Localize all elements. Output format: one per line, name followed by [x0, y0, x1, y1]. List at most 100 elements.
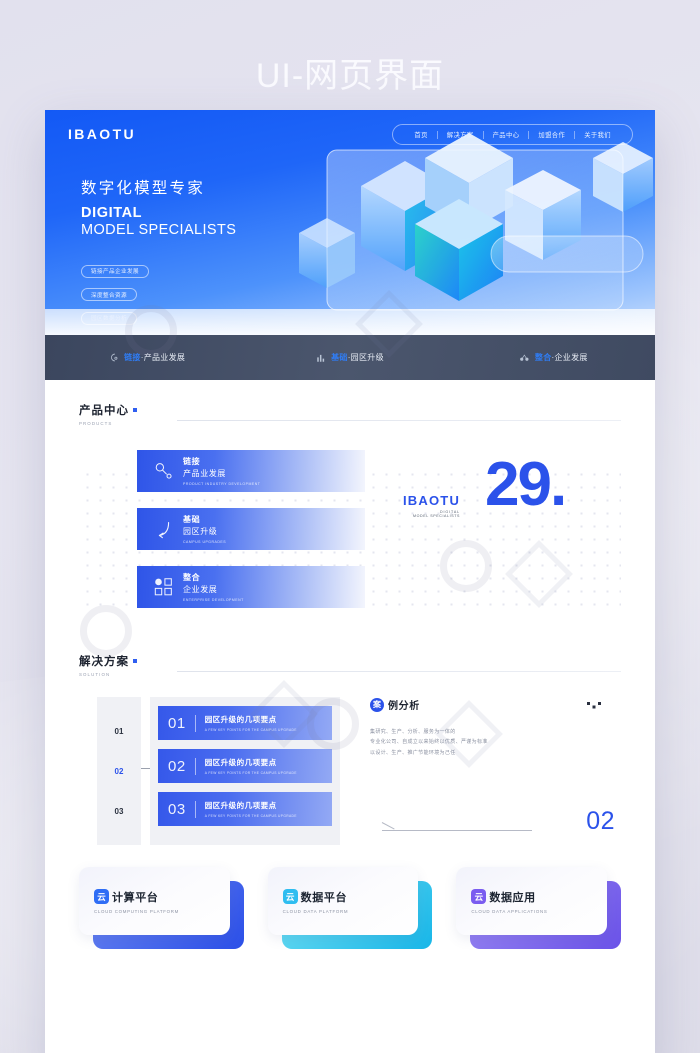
feature-bar-rest: ·园区升级 — [347, 353, 384, 362]
card-subtitle: CLOUD COMPUTING PLATFORM — [94, 908, 180, 914]
product-card-text: 链接 产品业发展 PRODUCT INDUSTRY DEVELOPMENT — [183, 456, 260, 486]
page-title: UI-网页界面 — [255, 57, 445, 95]
dots-decoration-icon — [587, 702, 601, 709]
hero-headline-cn: 数字化模型专家 — [81, 180, 205, 197]
case-analysis-title: 例分析 — [388, 701, 420, 712]
hero-headline-en-bold: DIGITAL — [81, 205, 143, 221]
case-analysis-paragraph: 集研究、生产、分析、服务为一体的 专业化公司、自成立以来始终以优质、严谨为标准 … — [370, 727, 625, 758]
case-badge: 案 — [370, 697, 384, 712]
cloud-badge-icon: 云 — [471, 889, 487, 904]
product-card-text: 基础 园区升级 CAMPUS UPGRADES — [183, 514, 226, 544]
hero-headline-en-light: MODEL SPECIALISTS — [81, 221, 237, 238]
card-face: 云 数据平台 CLOUD DATA PLATFORM — [267, 867, 419, 935]
cloud-badge-icon: 云 — [282, 889, 298, 904]
card-title: 计算平台 — [112, 891, 159, 904]
solution-row-subtitle: A FEW KEY POINTS FOR THE CAMPUS UPGRADE — [204, 770, 297, 775]
arrow-left-icon[interactable] — [381, 822, 395, 830]
feature-bar-item-foundation[interactable]: 基础·园区升级 — [248, 352, 451, 363]
products-showcase: 链接 产品业发展 PRODUCT INDUSTRY DEVELOPMENT 基础… — [45, 436, 655, 631]
bottom-card-cloud-data[interactable]: 云 数据平台 CLOUD DATA PLATFORM — [267, 867, 433, 949]
product-card-integration[interactable]: 整合 企业发展 ENTERPRISE DEVELOPMENT — [137, 566, 365, 608]
card-subtitle: CLOUD DATA PLATFORM — [282, 908, 349, 914]
products-section-header: 产品中心 PRODUCTS — [79, 380, 621, 426]
feature-bar: 链接·产品业发展 基础·园区升级 整合·企业发展 — [45, 335, 655, 380]
card-title: 数据平台 — [300, 891, 348, 904]
bottom-card-cloud-applications[interactable]: 云 数据应用 CLOUD DATA APPLICATIONS — [456, 867, 622, 949]
hero-tag-list: 链接产品企业发展 深度整合资源 园区数据分析 — [81, 260, 149, 331]
case-paragraph-line: 专业化公司、自成立以来始终以优质、严谨为标准 — [370, 739, 488, 746]
products-section: 产品中心 PRODUCTS — [45, 380, 655, 426]
hero-tag[interactable]: 深度整合资源 — [81, 288, 137, 301]
solutions-title-en: SOLUTION — [79, 672, 111, 677]
nav-item-products[interactable]: 产品中心 — [484, 130, 529, 139]
hero-tag[interactable]: 园区数据分析 — [81, 311, 137, 325]
solution-row-text: 园区升级的几项要点 A FEW KEY POINTS FOR THE CAMPU… — [205, 757, 297, 775]
solution-row[interactable]: 02 园区升级的几项要点 A FEW KEY POINTS FOR THE CA… — [158, 749, 332, 783]
product-card-subtitle: 园区升级 — [183, 527, 218, 536]
solution-row-subtitle: A FEW KEY POINTS FOR THE CAMPUS UPGRADE — [204, 727, 297, 732]
bottom-card-row: 云 计算平台 CLOUD COMPUTING PLATFORM 云 数据平台 C… — [45, 863, 655, 949]
bottom-card-cloud-computing[interactable]: 云 计算平台 CLOUD COMPUTING PLATFORM — [79, 867, 244, 949]
card-title: 数据应用 — [489, 891, 536, 904]
solution-row-number: 03 — [168, 800, 186, 818]
solution-row-number: 01 — [168, 714, 186, 732]
solution-row[interactable]: 03 园区升级的几项要点 A FEW KEY POINTS FOR THE CA… — [158, 792, 332, 826]
solution-row-text: 园区升级的几项要点 A FEW KEY POINTS FOR THE CAMPU… — [205, 800, 297, 818]
product-card-foundation[interactable]: 基础 园区升级 CAMPUS UPGRADES — [137, 508, 365, 550]
solution-row[interactable]: 01 园区升级的几项要点 A FEW KEY POINTS FOR THE CA… — [158, 706, 332, 740]
solution-row-title: 园区升级的几项要点 — [204, 758, 277, 768]
solution-row-title: 园区升级的几项要点 — [204, 801, 277, 811]
showcase-brand-block: IBAOTU DIGITAL MODEL SPECIALISTS — [403, 493, 460, 518]
card-title-row: 云 计算平台 — [94, 889, 230, 905]
step-indicator-active[interactable]: 02 — [115, 767, 124, 776]
product-card-subtitle: 产品业发展 — [183, 469, 226, 478]
nav-item-solutions[interactable]: 解决方案 — [438, 130, 483, 139]
solution-row-number: 02 — [168, 757, 186, 775]
nav-item-home[interactable]: 首页 — [405, 130, 436, 139]
showcase-brand-sub2: MODEL SPECIALISTS — [413, 514, 461, 518]
curve-arrow-icon — [158, 522, 170, 539]
product-card-title: 链接 — [183, 457, 201, 466]
solution-row-text: 园区升级的几项要点 A FEW KEY POINTS FOR THE CAMPU… — [205, 714, 297, 732]
product-card-text: 整合 企业发展 ENTERPRISE DEVELOPMENT — [183, 572, 244, 602]
step-indicator[interactable]: 03 — [115, 807, 124, 816]
step-indicator[interactable]: 01 — [115, 727, 124, 736]
showcase-brand: IBAOTU — [403, 493, 461, 508]
hero-section: IBAOTU 首页 解决方案 产品中心 加盟合作 关于我们 数字化模型专家 DI… — [45, 110, 655, 335]
hero-headline-group: 数字化模型专家 DIGITAL MODEL SPECIALISTS — [81, 176, 236, 238]
hero-tag[interactable]: 链接产品企业发展 — [81, 264, 149, 278]
step-indicator-column: 01 02 03 — [97, 697, 141, 845]
nav-item-partners[interactable]: 加盟合作 — [529, 130, 574, 139]
product-card-title: 整合 — [183, 573, 201, 582]
card-title-row: 云 数据平台 — [282, 889, 419, 905]
solution-row-subtitle: A FEW KEY POINTS FOR THE CAMPUS UPGRADE — [204, 813, 297, 818]
main-navigation[interactable]: 首页 解决方案 产品中心 加盟合作 关于我们 — [392, 124, 633, 145]
solution-list: 01 园区升级的几项要点 A FEW KEY POINTS FOR THE CA… — [150, 697, 340, 845]
title-accent-dot — [133, 659, 137, 663]
product-card-link[interactable]: 链接 产品业发展 PRODUCT INDUSTRY DEVELOPMENT — [137, 450, 365, 492]
link-nodes-icon — [155, 463, 172, 479]
case-paragraph-line: 以设计、生产、推广节能环境为己任 — [370, 749, 456, 756]
solutions-content: 01 02 03 01 园区升级的几项要点 A FEW KEY POINTS F… — [45, 683, 655, 863]
case-navigation: 02 — [378, 805, 623, 839]
feature-bar-item-integration[interactable]: 整合·企业发展 — [452, 352, 655, 363]
case-analysis-block: 案 例分析 集研究、生产、分析、服务为一体的 专业化公司、自成立以来始终以优质、… — [370, 697, 625, 835]
feature-bar-rest: ·企业发展 — [551, 353, 588, 362]
case-analysis-header: 案 例分析 — [370, 697, 625, 712]
showcase-big-number: 29. — [485, 450, 567, 519]
product-card-en: ENTERPRISE DEVELOPMENT — [183, 598, 244, 602]
link-icon — [111, 353, 118, 362]
nav-item-about[interactable]: 关于我们 — [575, 130, 620, 139]
bar-chart-icon — [317, 354, 325, 362]
feature-bar-item-link[interactable]: 链接·产品业发展 — [45, 352, 248, 363]
nodes-icon — [520, 354, 529, 361]
arrow-line — [382, 830, 532, 831]
solution-row-divider — [194, 714, 196, 732]
case-paragraph-line: 集研究、生产、分析、服务为一体的 — [370, 729, 456, 735]
card-face: 云 数据应用 CLOUD DATA APPLICATIONS — [456, 867, 608, 935]
website-mockup: IBAOTU 首页 解决方案 产品中心 加盟合作 关于我们 数字化模型专家 DI… — [45, 110, 655, 1053]
isometric-cubes-illustration — [299, 133, 653, 311]
products-title-en: PRODUCTS — [79, 421, 113, 426]
feature-bar-rest: ·产品业发展 — [140, 353, 186, 362]
product-card-subtitle: 企业发展 — [183, 585, 218, 594]
